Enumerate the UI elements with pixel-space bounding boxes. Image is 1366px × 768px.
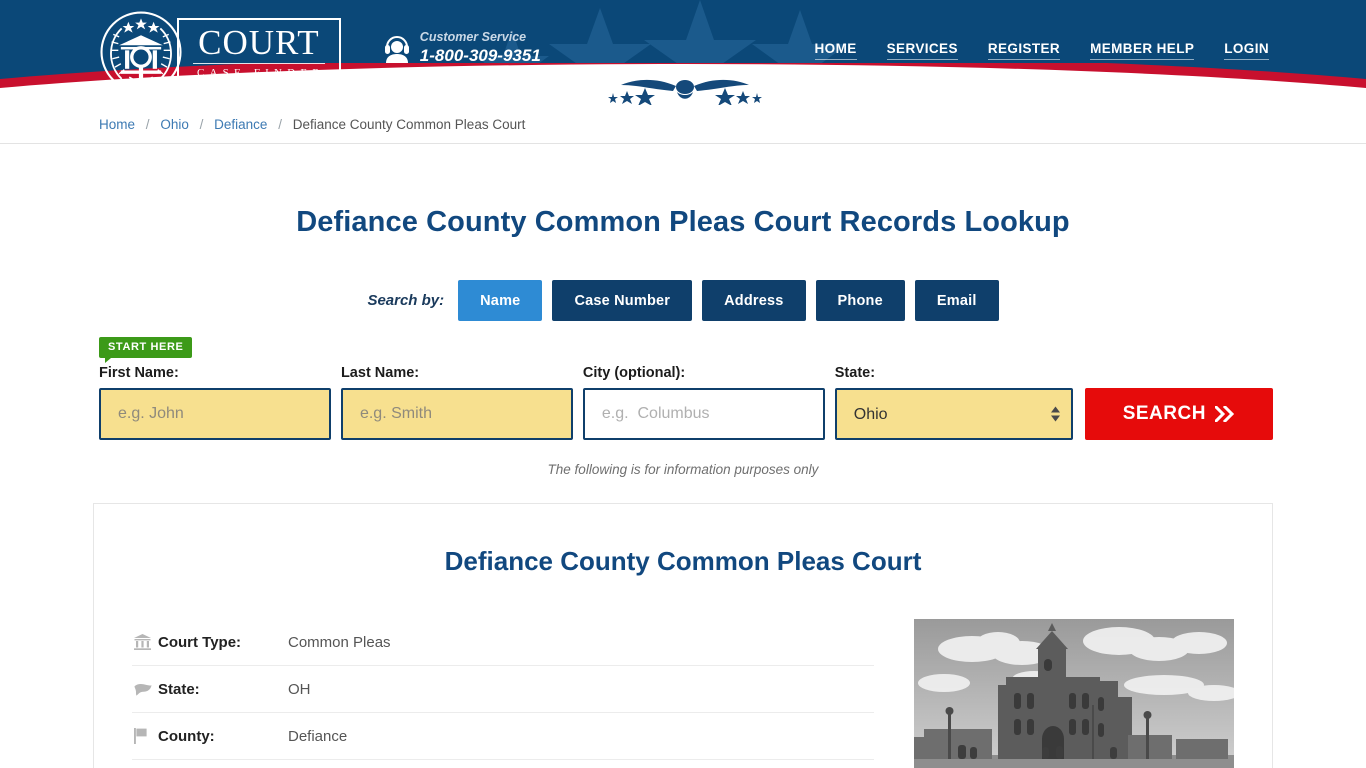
tab-name[interactable]: Name	[458, 280, 543, 321]
usa-map-icon	[132, 683, 158, 696]
search-button[interactable]: SEARCH	[1084, 388, 1273, 440]
breadcrumb-separator: /	[145, 116, 150, 132]
logo-word: COURT	[193, 25, 325, 64]
flag-icon	[132, 728, 158, 744]
site-logo[interactable]: COURT CASE FINDER	[99, 10, 341, 94]
court-info-card: Defiance County Common Pleas Court Court…	[93, 503, 1273, 768]
nav-item-register[interactable]: REGISTER	[987, 41, 1061, 60]
tab-phone[interactable]: Phone	[815, 280, 905, 321]
main-content: Defiance County Common Pleas Court Recor…	[93, 206, 1273, 768]
last-name-input[interactable]	[340, 388, 573, 440]
info-value: Defiance	[288, 727, 348, 745]
breadcrumb-item-ohio[interactable]: Ohio	[160, 117, 189, 132]
nav-item-home[interactable]: HOME	[814, 41, 857, 60]
city-input[interactable]	[582, 388, 825, 440]
main-navigation: HOME SERVICES REGISTER MEMBER HELP LOGIN	[814, 41, 1273, 60]
search-form: START HERE First Name: Last Name: City (…	[93, 337, 1273, 440]
breadcrumb-bar: Home / Ohio / Defiance / Defiance County…	[0, 105, 1366, 144]
table-row: County: Defiance	[132, 713, 874, 760]
breadcrumb-separator: /	[278, 116, 282, 132]
site-header: COURT CASE FINDER Customer Service 1-800…	[0, 0, 1366, 105]
table-row: Court Type: Common Pleas	[132, 619, 874, 666]
logo-subtitle: CASE FINDER	[197, 66, 325, 79]
double-chevron-right-icon	[1214, 406, 1235, 422]
breadcrumb-item-home[interactable]: Home	[99, 117, 135, 132]
breadcrumb-item-current: Defiance County Common Pleas Court	[292, 116, 526, 132]
info-key: State:	[158, 680, 200, 698]
breadcrumb: Home / Ohio / Defiance / Defiance County…	[93, 117, 1273, 132]
search-by-tabs: Search by: Name Case Number Address Phon…	[93, 280, 1273, 321]
search-button-label: SEARCH	[1122, 403, 1206, 424]
info-value: OH	[288, 680, 311, 698]
info-key: County:	[158, 727, 215, 745]
customer-service-label: Customer Service	[419, 30, 527, 44]
courthouse-icon	[132, 634, 158, 650]
state-select[interactable]: Ohio	[834, 388, 1073, 440]
customer-service-block: Customer Service 1-800-309-9351	[383, 30, 541, 65]
tab-address[interactable]: Address	[702, 280, 806, 321]
first-name-label: First Name:	[99, 365, 179, 381]
last-name-label: Last Name:	[340, 365, 420, 381]
state-label: State:	[834, 365, 876, 381]
nav-item-services[interactable]: SERVICES	[886, 41, 958, 60]
page-title: Defiance County Common Pleas Court Recor…	[296, 206, 1070, 238]
court-name-title: Defiance County Common Pleas Court	[444, 546, 922, 576]
nav-item-member-help[interactable]: MEMBER HELP	[1090, 41, 1195, 60]
info-value: Common Pleas	[288, 633, 391, 651]
info-key: Court Type:	[158, 633, 242, 651]
courthouse-seal-icon	[100, 11, 182, 93]
customer-service-phone[interactable]: 1-800-309-9351	[420, 46, 541, 66]
tab-case-number[interactable]: Case Number	[552, 280, 693, 321]
start-here-badge: START HERE	[99, 337, 193, 363]
city-label: City (optional):	[582, 365, 686, 381]
nav-item-login[interactable]: LOGIN	[1224, 41, 1269, 60]
first-name-input[interactable]	[99, 388, 331, 440]
tab-email[interactable]: Email	[914, 280, 999, 321]
headset-support-icon	[384, 35, 409, 63]
courthouse-photo	[914, 619, 1234, 768]
court-info-table: Court Type: Common Pleas State: OH Count…	[132, 619, 874, 768]
search-by-label: Search by:	[367, 292, 445, 309]
breadcrumb-item-defiance[interactable]: Defiance	[214, 117, 267, 132]
breadcrumb-separator: /	[199, 116, 204, 132]
table-row: State: OH	[132, 666, 874, 713]
disclaimer-text: The following is for information purpose…	[547, 462, 819, 477]
